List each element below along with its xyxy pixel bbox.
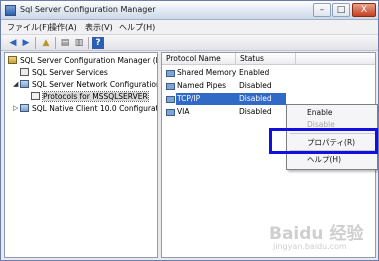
- protocol-name: VIA: [177, 107, 190, 116]
- protocol-icon: [166, 96, 175, 103]
- tree-item-label: SQL Native Client 10.0 Configuration: [32, 104, 158, 113]
- tree-item-label: SQL Server Services: [32, 68, 108, 77]
- forward-icon[interactable]: ▶: [20, 37, 32, 49]
- protocol-name: Shared Memory: [177, 68, 237, 77]
- app-icon: [5, 5, 16, 16]
- app-window: Sql Server Configuration Manager – □ X フ…: [0, 0, 379, 261]
- tree-item-label: SQL Server Configuration Manager (Loc: [20, 56, 158, 65]
- tree-item-network[interactable]: SQL Server Network Configuration: [20, 79, 158, 90]
- protocols-icon: [31, 92, 40, 100]
- up-folder-icon[interactable]: ▲: [40, 37, 52, 49]
- tree-item-root[interactable]: SQL Server Configuration Manager (Loc: [8, 55, 158, 66]
- back-icon[interactable]: ◀: [7, 37, 19, 49]
- watermark: Baidu 经验 jingyan.baidu.com: [269, 219, 377, 257]
- protocol-icon: [166, 70, 175, 77]
- toolbar-separator: [55, 37, 56, 49]
- window-title: Sql Server Configuration Manager: [20, 5, 156, 14]
- services-icon: [20, 68, 29, 76]
- tree-item-label: SQL Server Network Configuration: [32, 80, 158, 89]
- watermark-url: jingyan.baidu.com: [273, 242, 347, 251]
- menu-view[interactable]: 表示(V): [85, 22, 113, 33]
- watermark-logo: Baidu 经验: [269, 224, 364, 244]
- menu-help[interactable]: ヘルプ(H): [119, 22, 155, 33]
- protocol-icon: [166, 109, 175, 116]
- protocol-status: Disabled: [239, 94, 272, 103]
- export-icon[interactable]: ▥: [73, 37, 85, 49]
- tree-item-services[interactable]: SQL Server Services: [20, 67, 108, 78]
- maximize-button[interactable]: □: [332, 3, 350, 17]
- title-bar[interactable]: Sql Server Configuration Manager – □ X: [1, 1, 378, 20]
- column-header-status[interactable]: Status: [236, 53, 296, 65]
- minimize-button[interactable]: –: [313, 3, 331, 17]
- collapse-icon[interactable]: ◢: [13, 79, 18, 90]
- tree-item-native-client[interactable]: SQL Native Client 10.0 Configuration: [20, 103, 158, 114]
- column-header-protocol-name[interactable]: Protocol Name: [162, 53, 236, 65]
- network-icon: [20, 80, 29, 88]
- protocol-status: Enabled: [239, 68, 270, 77]
- menu-file[interactable]: ファイル(F): [7, 22, 50, 33]
- tree-item-label: Protocols for MSSQLSERVER: [42, 91, 149, 102]
- context-menu-help[interactable]: ヘルプ(H): [307, 154, 341, 165]
- tree-pane: SQL Server Configuration Manager (Loc SQ…: [4, 52, 158, 258]
- menu-bar: ファイル(F) 操作(A) 表示(V) ヘルプ(H): [1, 20, 378, 34]
- annotation-highlight-box: [269, 128, 378, 154]
- context-menu-enable[interactable]: Enable: [307, 108, 333, 117]
- toolbar-separator: [88, 37, 89, 49]
- expand-icon[interactable]: ▷: [13, 103, 18, 114]
- protocol-status: Disabled: [239, 107, 272, 116]
- protocol-icon: [166, 83, 175, 90]
- menu-action[interactable]: 操作(A): [49, 22, 77, 33]
- server-manager-icon: [8, 56, 17, 64]
- list-header: Protocol Name Status: [162, 53, 375, 65]
- list-item[interactable]: Named Pipes Disabled: [162, 80, 375, 92]
- client-icon: [20, 104, 29, 112]
- protocol-name: TCP/IP: [177, 94, 201, 103]
- protocol-name: Named Pipes: [177, 81, 226, 90]
- toolbar-separator: [35, 37, 36, 49]
- toolbar: ◀ ▶ ▲ ▤ ▥ ?: [1, 34, 378, 51]
- help-icon[interactable]: ?: [92, 37, 104, 49]
- close-button[interactable]: X: [352, 3, 376, 17]
- protocol-status: Disabled: [239, 81, 272, 90]
- list-item[interactable]: Shared Memory Enabled: [162, 67, 375, 79]
- tree-item-protocols[interactable]: Protocols for MSSQLSERVER: [31, 91, 149, 102]
- show-tree-icon[interactable]: ▤: [59, 37, 71, 49]
